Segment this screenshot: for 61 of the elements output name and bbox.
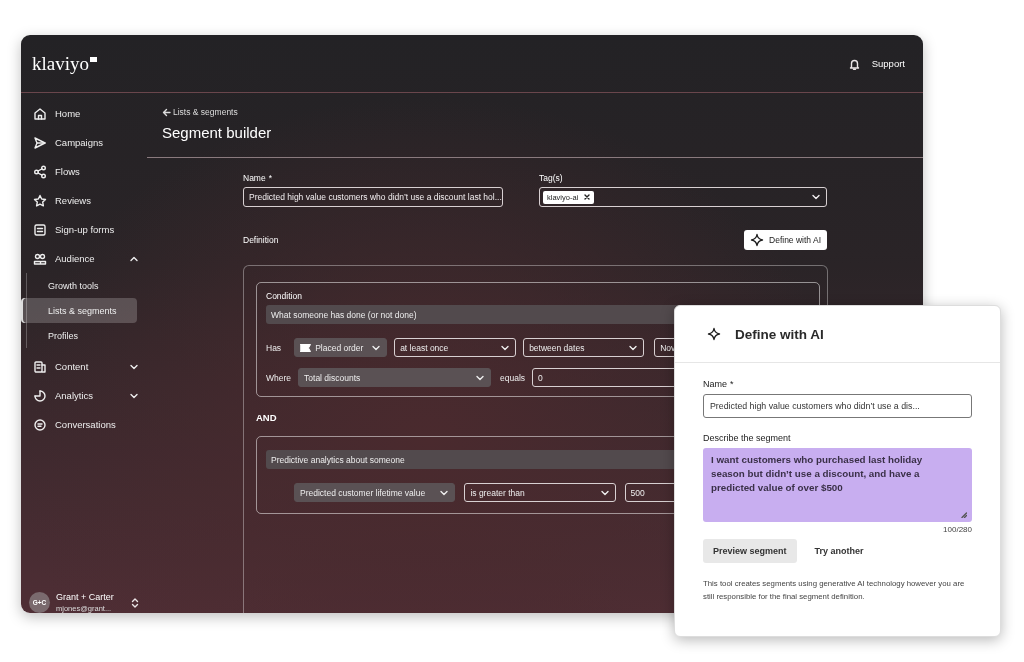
home-icon <box>33 106 47 121</box>
sidebar-item[interactable]: Sign-up forms <box>21 215 147 244</box>
back-arrow-icon[interactable] <box>162 107 171 117</box>
star-icon <box>33 193 47 208</box>
try-another-button[interactable]: Try another <box>814 546 864 556</box>
updown-chevron-icon[interactable] <box>129 596 140 609</box>
form-icon <box>33 222 47 237</box>
sidebar-item[interactable]: Analytics <box>21 381 147 410</box>
chart-icon <box>33 388 47 403</box>
name-field[interactable]: Predicted high value customers who didn’t use a discount last hol... <box>243 187 503 207</box>
sidebar-item[interactable]: Home <box>21 99 147 128</box>
chat-icon <box>33 417 47 432</box>
document-icon <box>33 359 47 374</box>
breadcrumb-link[interactable]: Lists & segments <box>173 107 238 117</box>
bell-icon[interactable] <box>848 57 860 70</box>
sparkle-icon <box>750 233 764 247</box>
sidebar-item[interactable]: Content <box>21 352 147 381</box>
define-with-ai-button[interactable]: Define with AI <box>744 230 827 250</box>
flag-icon <box>300 343 312 352</box>
field-label: Name <box>703 379 727 389</box>
dropdown[interactable]: between dates <box>523 338 645 357</box>
account-name: Grant + Carter <box>56 592 114 602</box>
flows-icon <box>33 164 47 179</box>
section-label: Definition <box>243 235 279 245</box>
dropdown[interactable]: is greater than <box>464 483 616 502</box>
sidebar-item[interactable]: Flows <box>21 157 147 186</box>
sidebar-subitem[interactable]: Profiles <box>21 323 137 348</box>
chevron-down-icon[interactable] <box>811 192 821 202</box>
name-field[interactable]: Predicted high value customers who didn’t use a dis... <box>703 394 972 418</box>
field-label: Name <box>243 173 266 183</box>
sidebar-subitem[interactable]: Growth tools <box>21 273 137 298</box>
condition-heading: Condition <box>266 291 303 301</box>
sparkle-icon <box>707 327 721 341</box>
row-label: Has <box>266 342 282 353</box>
sidebar-item[interactable]: Conversations <box>21 410 147 439</box>
sidebar-item[interactable]: Campaigns <box>21 128 147 157</box>
joiner-label: AND <box>256 412 278 423</box>
people-icon <box>33 251 47 266</box>
row-label: Where <box>266 372 292 383</box>
sidebar-item[interactable]: Reviews <box>21 186 147 215</box>
page-title: Segment builder <box>162 124 273 141</box>
required-mark: * <box>268 173 272 183</box>
character-counter: 100/280 <box>942 525 972 534</box>
dropdown[interactable]: Placed order <box>294 338 388 357</box>
required-mark: * <box>730 379 734 389</box>
sidebar-subitem[interactable]: Lists & segments <box>21 298 137 323</box>
klaviyo-logo: klaviyo <box>32 52 97 75</box>
panel-title: Define with AI <box>735 326 824 342</box>
support-link[interactable]: Support <box>871 58 905 69</box>
resize-handle-icon <box>961 512 967 518</box>
dropdown[interactable]: Predicted customer lifetime value <box>294 483 456 502</box>
dropdown[interactable]: Total discounts <box>298 368 492 387</box>
field-label: Describe the segment <box>703 433 791 443</box>
send-icon <box>33 135 47 150</box>
operator-label: equals <box>500 372 526 383</box>
description-field[interactable]: I want customers who purchased last holiday season but didn’t use a discount, and have a predicted value of over $500 <box>703 448 972 522</box>
close-icon[interactable] <box>584 194 591 200</box>
preview-segment-button[interactable]: Preview segment <box>703 539 797 563</box>
dropdown[interactable]: at least once <box>394 338 517 357</box>
sidebar-item[interactable]: Audience <box>21 244 147 273</box>
field-label: Tag(s) <box>539 173 563 183</box>
